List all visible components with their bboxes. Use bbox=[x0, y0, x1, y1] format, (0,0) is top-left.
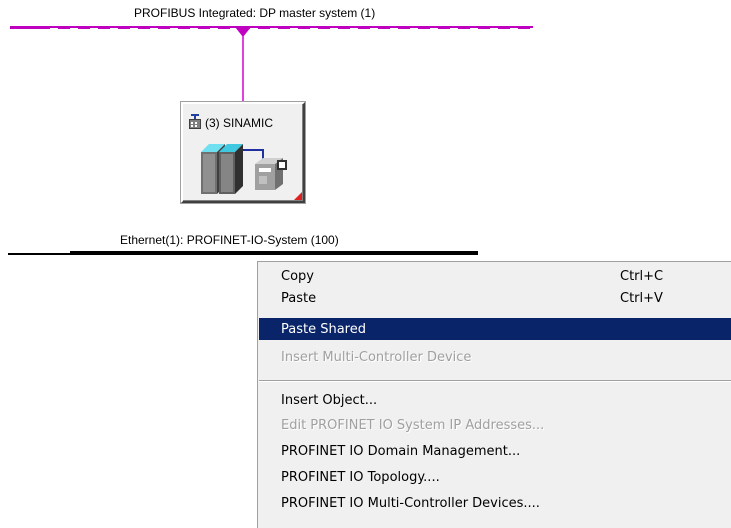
menu-item-label: PROFINET IO Multi-Controller Devices.... bbox=[281, 495, 540, 511]
menu-item-topology[interactable]: PROFINET IO Topology.... bbox=[259, 466, 731, 488]
ethernet-bus-segment[interactable] bbox=[70, 251, 478, 255]
menu-item-label: Insert Multi-Controller Device bbox=[281, 349, 472, 365]
menu-item-shortcut: Ctrl+C bbox=[620, 268, 664, 284]
menu-item-label: Copy bbox=[281, 268, 314, 284]
menu-item-label: Insert Object... bbox=[281, 392, 378, 408]
menu-item-label: PROFINET IO Topology.... bbox=[281, 469, 440, 485]
menu-item-label: Edit PROFINET IO System IP Addresses... bbox=[281, 417, 545, 433]
menu-item-copy[interactable]: Copy Ctrl+C bbox=[259, 265, 731, 287]
profibus-bus-dash bbox=[50, 28, 533, 29]
menu-item-insert-object[interactable]: Insert Object... bbox=[259, 389, 731, 411]
sinamics-device-node[interactable]: (3) SINAMIC bbox=[181, 102, 305, 203]
menu-item-shortcut: Ctrl+V bbox=[620, 290, 663, 306]
menu-item-label: Paste bbox=[281, 290, 317, 306]
menu-item-domain-management[interactable]: PROFINET IO Domain Management... bbox=[259, 440, 731, 462]
drive-station-icon bbox=[189, 114, 201, 129]
menu-item-label: Paste Shared bbox=[281, 321, 366, 337]
menu-item-insert-multi-controller-device[interactable]: Insert Multi-Controller Device bbox=[259, 346, 731, 368]
menu-item-paste-shared[interactable]: Paste Shared bbox=[259, 318, 731, 340]
device-resize-corner-icon bbox=[294, 192, 302, 200]
menu-item-edit-ip-addresses[interactable]: Edit PROFINET IO System IP Addresses... bbox=[259, 414, 731, 436]
device-connection-line bbox=[242, 36, 244, 102]
menu-item-paste[interactable]: Paste Ctrl+V bbox=[259, 287, 731, 309]
context-menu: Copy Ctrl+C Paste Ctrl+V Paste Shared In… bbox=[257, 261, 731, 528]
menu-separator bbox=[259, 380, 731, 382]
menu-item-label: PROFINET IO Domain Management... bbox=[281, 443, 521, 459]
sinamics-drive-icon bbox=[201, 144, 287, 194]
profibus-network-label[interactable]: PROFIBUS Integrated: DP master system (1… bbox=[134, 6, 375, 20]
device-title: (3) SINAMIC bbox=[205, 116, 274, 130]
menu-item-multi-controller-devices[interactable]: PROFINET IO Multi-Controller Devices.... bbox=[259, 492, 731, 514]
ethernet-network-label[interactable]: Ethernet(1): PROFINET-IO-System (100) bbox=[120, 233, 339, 247]
